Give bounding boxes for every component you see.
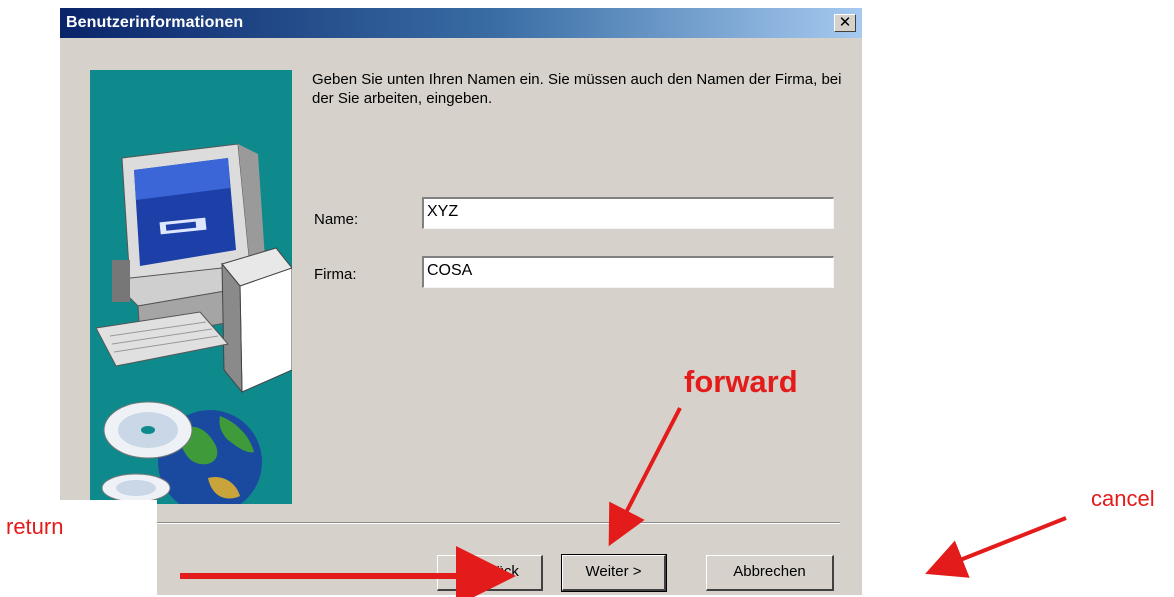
annotation-arrows — [180, 407, 1067, 597]
cancel-arrow — [925, 516, 1067, 578]
forward-arrow — [608, 407, 682, 547]
